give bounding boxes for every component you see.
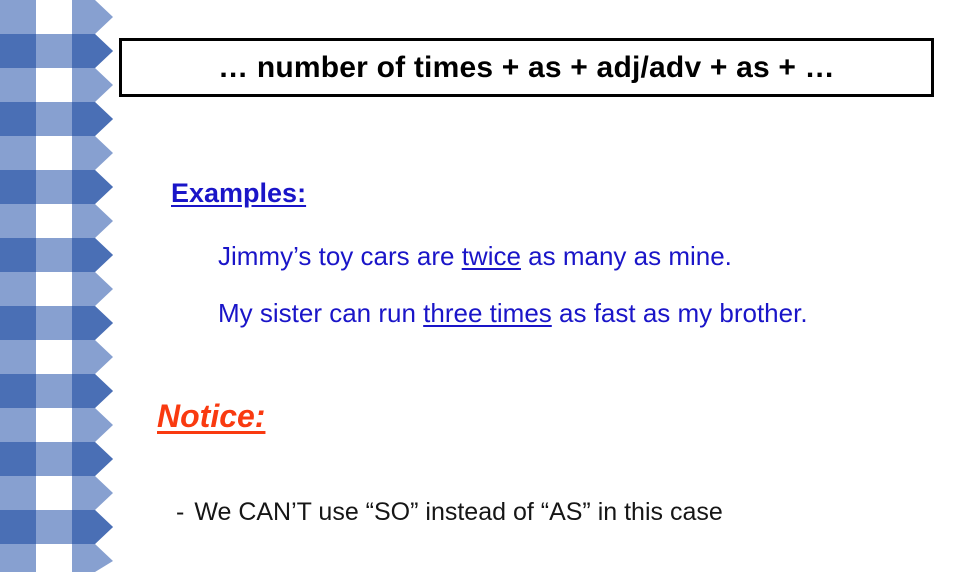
example-1-before: Jimmy’s toy cars are bbox=[218, 241, 462, 271]
example-2-after: as fast as my brother. bbox=[551, 298, 808, 328]
example-sentence-2: My sister can run three times as fast as… bbox=[218, 295, 858, 333]
examples-heading: Examples: bbox=[171, 178, 307, 208]
notice-item-text: We CAN’T use “SO” instead of “AS” in thi… bbox=[194, 498, 723, 526]
notice-heading: Notice: bbox=[157, 398, 266, 434]
notice-bullet-item: - We CAN’T use “SO” instead of “AS” in th… bbox=[176, 498, 723, 527]
bullet-dash: - bbox=[176, 498, 185, 526]
example-2-before: My sister can run bbox=[218, 298, 424, 328]
slide-body: Examples: Jimmy’s toy cars are twice as … bbox=[0, 0, 956, 572]
example-1-emphasis: twice bbox=[461, 241, 521, 271]
example-2-emphasis: three times bbox=[423, 298, 552, 328]
example-1-after: as many as mine. bbox=[520, 241, 732, 271]
example-sentence-1: Jimmy’s toy cars are twice as many as mi… bbox=[218, 238, 732, 276]
